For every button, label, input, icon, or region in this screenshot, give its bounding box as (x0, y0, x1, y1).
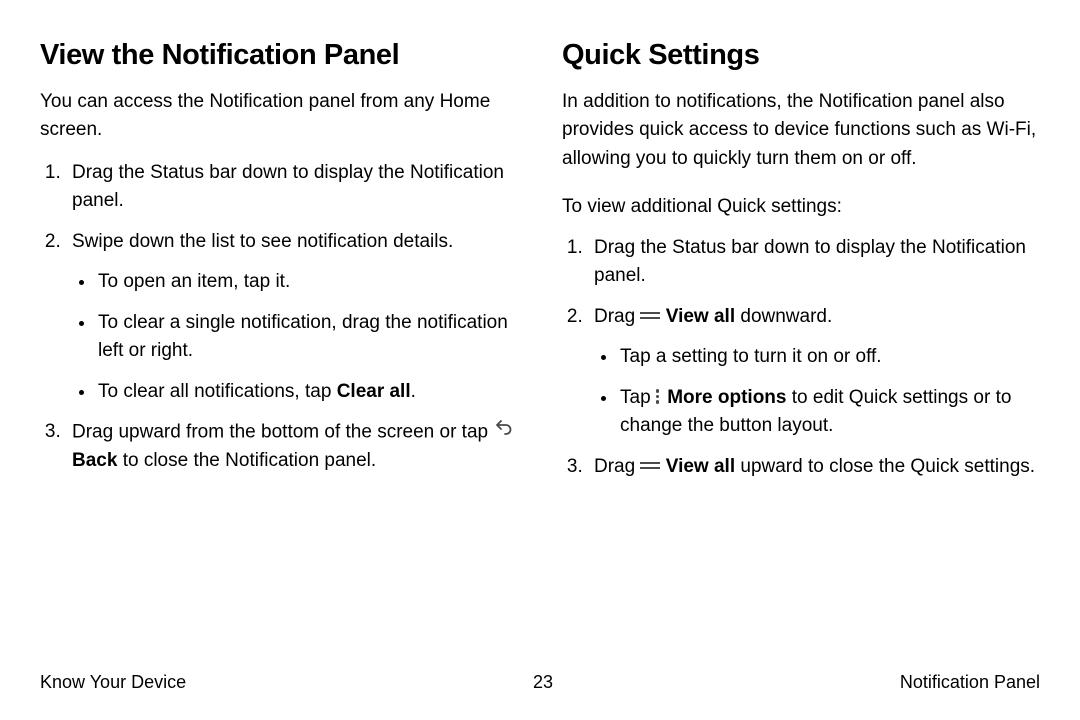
left-step2-a: To open an item, tap it. (96, 268, 518, 297)
left-step1: Drag the Status bar down to display the … (66, 159, 518, 216)
right-steps: Drag the Status bar down to display the … (562, 234, 1040, 482)
footer-left: Know Your Device (40, 669, 186, 696)
more-options-icon (656, 387, 660, 406)
left-step2: Swipe down the list to see notification … (66, 228, 518, 407)
right-step1: Drag the Status bar down to display the … (588, 234, 1040, 291)
left-steps: Drag the Status bar down to display the … (40, 159, 518, 476)
right-step2-a: Tap a setting to turn it on or off. (618, 343, 1040, 372)
right-step2-b: Tap More options to edit Quick settings … (618, 384, 1040, 441)
page-footer: Know Your Device 23 Notification Panel (40, 669, 1040, 696)
left-column: View the Notification Panel You can acce… (40, 34, 518, 493)
left-step3: Drag upward from the bottom of the scree… (66, 418, 518, 475)
footer-page: 23 (533, 669, 553, 696)
view-all-icon (640, 462, 660, 469)
footer-right: Notification Panel (900, 669, 1040, 696)
left-step2-sublist: To open an item, tap it. To clear a sing… (72, 268, 518, 406)
right-heading: Quick Settings (562, 34, 1040, 78)
right-step3: Drag View all upward to close the Quick … (588, 453, 1040, 482)
left-step2-c: To clear all notifications, tap Clear al… (96, 378, 518, 407)
left-heading: View the Notification Panel (40, 34, 518, 78)
view-all-icon (640, 312, 660, 319)
back-icon (493, 416, 512, 445)
left-step2-text: Swipe down the list to see notification … (72, 231, 453, 252)
left-step2-b: To clear a single notification, drag the… (96, 309, 518, 366)
right-step2-sublist: Tap a setting to turn it on or off. Tap … (594, 343, 1040, 441)
right-step2: Drag View all downward. Tap a setting to… (588, 303, 1040, 441)
right-column: Quick Settings In addition to notificati… (562, 34, 1040, 493)
right-sub: To view additional Quick settings: (562, 193, 1040, 222)
left-intro: You can access the Notification panel fr… (40, 88, 518, 145)
right-intro: In addition to notifications, the Notifi… (562, 88, 1040, 174)
